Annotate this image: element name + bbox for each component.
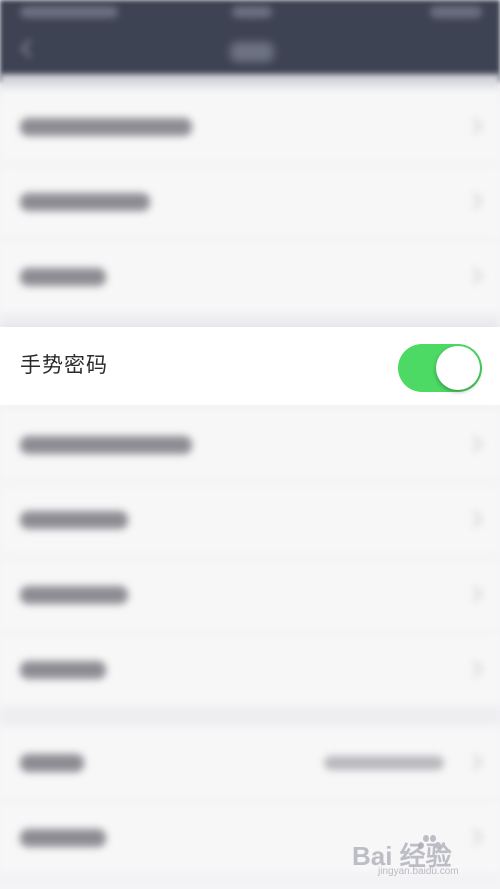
status-bar-carrier: [20, 6, 118, 18]
settings-row-label: [20, 661, 106, 679]
settings-row[interactable]: [0, 165, 500, 240]
settings-row-label: [20, 268, 106, 286]
settings-screen: 手势密码 Bai 经验 jingyan.baidu.com: [0, 0, 500, 889]
settings-row-value: [324, 756, 444, 770]
settings-row-label: [20, 511, 128, 529]
chevron-right-icon: [465, 435, 483, 453]
chevron-right-icon: [465, 585, 483, 603]
gesture-password-row: 手势密码: [0, 327, 500, 405]
gesture-password-label: 手势密码: [20, 353, 108, 377]
watermark-url: jingyan.baidu.com: [378, 866, 459, 877]
back-arrow-icon[interactable]: [20, 40, 34, 58]
chevron-right-icon: [465, 753, 483, 771]
settings-row[interactable]: [0, 726, 500, 801]
section-gap: [0, 708, 500, 726]
chevron-right-icon: [465, 660, 483, 678]
settings-row[interactable]: [0, 90, 500, 165]
settings-row[interactable]: [0, 633, 500, 708]
page-title: [230, 42, 274, 62]
settings-row-label: [20, 436, 192, 454]
chevron-right-icon: [465, 117, 483, 135]
settings-row-label: [20, 754, 84, 772]
settings-row[interactable]: [0, 240, 500, 315]
chevron-right-icon: [465, 267, 483, 285]
status-bar-time: [232, 6, 272, 18]
settings-row-label: [20, 193, 150, 211]
settings-row-label: [20, 586, 128, 604]
gesture-password-toggle[interactable]: [398, 344, 482, 392]
settings-row[interactable]: [0, 558, 500, 633]
toggle-knob: [436, 346, 480, 390]
settings-list: [0, 90, 500, 876]
paw-logo-icon: [418, 834, 441, 856]
chevron-right-icon: [465, 510, 483, 528]
chevron-right-icon: [465, 192, 483, 210]
battery-icon: [430, 6, 482, 18]
settings-row-label: [20, 118, 192, 136]
baidu-jingyan-watermark: Bai 经验 jingyan.baidu.com: [352, 832, 492, 882]
navigation-bar: [0, 0, 500, 82]
settings-row[interactable]: [0, 483, 500, 558]
settings-row-label: [20, 829, 106, 847]
settings-row[interactable]: [0, 408, 500, 483]
